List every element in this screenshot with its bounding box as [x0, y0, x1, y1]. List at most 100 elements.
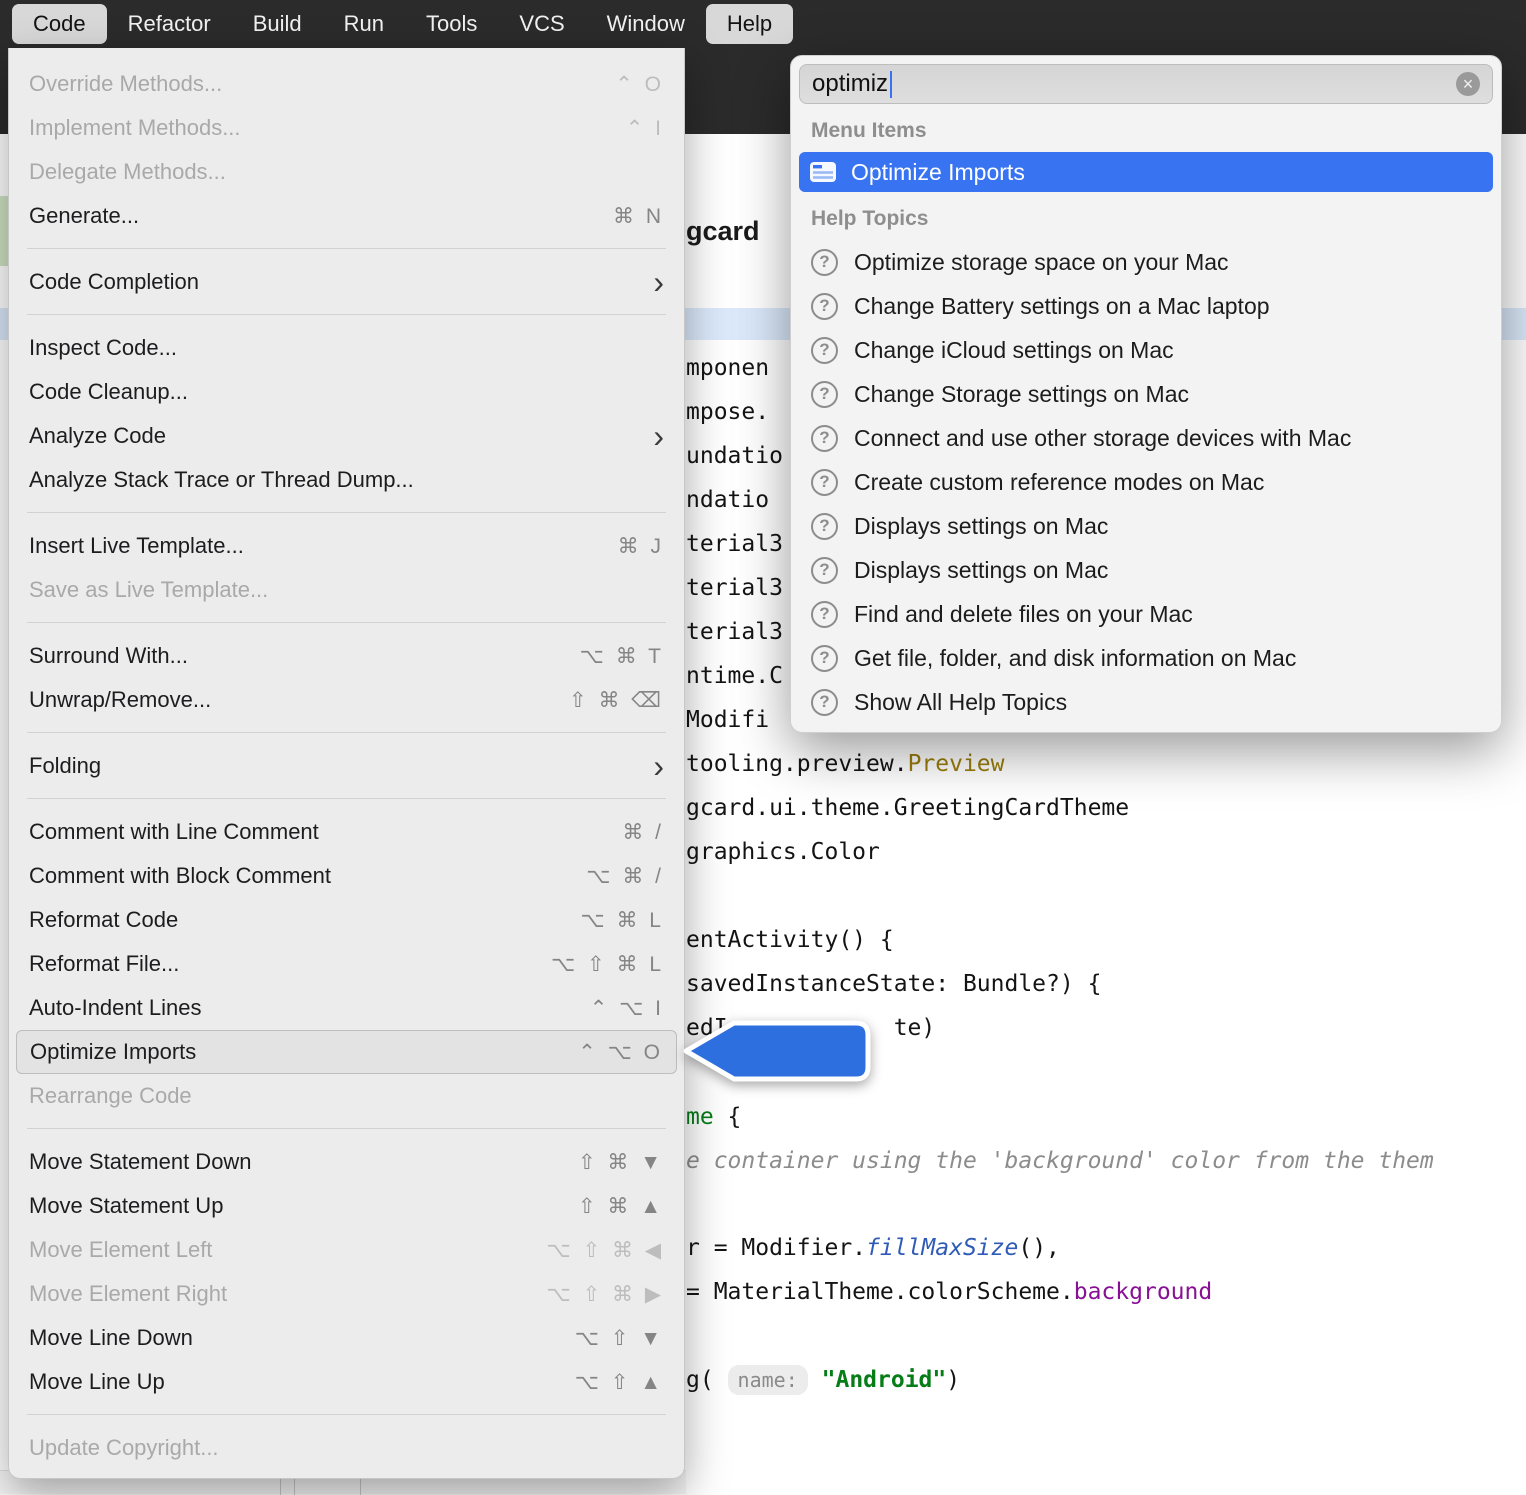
- clear-search-button[interactable]: ×: [1456, 72, 1480, 96]
- menu-items-header: Menu Items: [799, 104, 1493, 152]
- menu-item-shortcut: ⇧ ⌘ ⌫: [569, 688, 664, 713]
- code-menu-item-surround-with[interactable]: Surround With...⌥ ⌘ T: [9, 634, 684, 678]
- menu-item-shortcut: ⌃ ⌥ I: [590, 996, 664, 1021]
- submenu-chevron-icon: ›: [653, 746, 664, 786]
- menubar-item-code[interactable]: Code: [12, 4, 107, 44]
- help-topic-show-all-help-topics[interactable]: ? Show All Help Topics: [799, 680, 1493, 724]
- menubar-item-tools[interactable]: Tools: [405, 4, 498, 44]
- help-topic-label: Change iCloud settings on Mac: [854, 337, 1174, 364]
- question-mark-icon: ?: [811, 557, 838, 584]
- search-result-label: Optimize Imports: [851, 159, 1025, 186]
- help-topic-displays-settings-on-mac[interactable]: ? Displays settings on Mac: [799, 548, 1493, 592]
- code-menu-item-move-element-left: Move Element Left⌥ ⇧ ⌘ ◀: [9, 1228, 684, 1272]
- code-line: terial3: [686, 610, 783, 654]
- menu-item-label: Reformat Code: [29, 907, 580, 933]
- code-menu-item-analyze-code[interactable]: Analyze Code›: [9, 414, 684, 458]
- menu-item-label: Surround With...: [29, 643, 580, 669]
- help-topic-create-custom-reference-modes-on-mac[interactable]: ?Create custom reference modes on Mac: [799, 460, 1493, 504]
- menubar-item-window[interactable]: Window: [586, 4, 706, 44]
- menu-item-label: Analyze Stack Trace or Thread Dump...: [29, 467, 664, 493]
- menubar-item-help[interactable]: Help: [706, 4, 793, 44]
- menu-item-shortcut: ⌥ ⇧ ⌘ ◀: [547, 1238, 664, 1263]
- code-menu-item-override-methods: Override Methods...⌃ O: [9, 62, 684, 106]
- code-menu-item-folding[interactable]: Folding›: [9, 744, 684, 788]
- menu-item-label: Move Element Right: [29, 1281, 547, 1307]
- help-topic-change-storage-settings-on-mac[interactable]: ? Change Storage settings on Mac: [799, 372, 1493, 416]
- menu-item-shortcut: ⌥ ⌘ /: [586, 864, 664, 889]
- menu-item-shortcut: ⌥ ⇧ ▲: [575, 1370, 664, 1395]
- help-topic-get-file-folder-and-disk-information-on-mac[interactable]: ?Get file, folder, and disk information …: [799, 636, 1493, 680]
- code-menu-item-move-line-down[interactable]: Move Line Down⌥ ⇧ ▼: [9, 1316, 684, 1360]
- help-topic-optimize-storage-space-on-your-mac[interactable]: ?Optimize storage space on your Mac: [799, 240, 1493, 284]
- help-topic-label: Change Storage settings on Mac: [854, 381, 1189, 408]
- menu-item-label: Implement Methods...: [29, 115, 626, 141]
- menu-item-label: Delegate Methods...: [29, 159, 664, 185]
- code-menu-item-insert-live-template[interactable]: Insert Live Template...⌘ J: [9, 524, 684, 568]
- code-line: graphics.Color: [686, 830, 880, 874]
- code-menu-item-move-line-up[interactable]: Move Line Up⌥ ⇧ ▲: [9, 1360, 684, 1404]
- help-topic-connect-and-use-other-storage-devices-with-mac[interactable]: ?Connect and use other storage devices w…: [799, 416, 1493, 460]
- help-topic-label: Displays settings on Mac: [854, 513, 1108, 540]
- menu-item-label: Analyze Code: [29, 423, 653, 449]
- code-menu-item-auto-indent-lines[interactable]: Auto-Indent Lines⌃ ⌥ I: [9, 986, 684, 1030]
- code-menu-item-move-statement-up[interactable]: Move Statement Up⇧ ⌘ ▲: [9, 1184, 684, 1228]
- help-topic-label: Displays settings on Mac: [854, 557, 1108, 584]
- code-menu-item-reformat-code[interactable]: Reformat Code⌥ ⌘ L: [9, 898, 684, 942]
- code-menu-item-generate[interactable]: Generate...⌘ N: [9, 194, 684, 238]
- help-topic-label: Show All Help Topics: [854, 689, 1067, 716]
- code-menu-item-code-completion[interactable]: Code Completion›: [9, 260, 684, 304]
- menubar-item-build[interactable]: Build: [232, 4, 323, 44]
- code-menu-item-unwrap-remove[interactable]: Unwrap/Remove...⇧ ⌘ ⌫: [9, 678, 684, 722]
- code-line: mpose.: [686, 390, 769, 434]
- menu-item-label: Override Methods...: [29, 71, 615, 97]
- text-caret: [890, 71, 892, 98]
- menu-item-label: Save as Live Template...: [29, 577, 664, 603]
- menubar-item-run[interactable]: Run: [323, 4, 405, 44]
- menu-item-label: Move Statement Down: [29, 1149, 578, 1175]
- code-menu-item-code-cleanup[interactable]: Code Cleanup...: [9, 370, 684, 414]
- code-menu-item-reformat-file[interactable]: Reformat File...⌥ ⇧ ⌘ L: [9, 942, 684, 986]
- code-line: undatio: [686, 434, 783, 478]
- help-topics-header: Help Topics: [799, 192, 1493, 240]
- code-menu-item-comment-with-line-comment[interactable]: Comment with Line Comment⌘ /: [9, 810, 684, 854]
- menubar-item-vcs[interactable]: VCS: [498, 4, 585, 44]
- help-topic-change-icloud-settings-on-mac[interactable]: ?Change iCloud settings on Mac: [799, 328, 1493, 372]
- menu-item-label: Comment with Line Comment: [29, 819, 622, 845]
- help-topic-label: Find and delete files on your Mac: [854, 601, 1193, 628]
- code-menu-item-analyze-stack-trace-or-thread-dump[interactable]: Analyze Stack Trace or Thread Dump...: [9, 458, 684, 502]
- code-line: mponen: [686, 346, 769, 390]
- help-topic-find-and-delete-files-on-your-mac[interactable]: ? Find and delete files on your Mac: [799, 592, 1493, 636]
- code-menu-item-implement-methods: Implement Methods...⌃ I: [9, 106, 684, 150]
- menu-item-label: Update Copyright...: [29, 1435, 664, 1461]
- menu-item-label: Inspect Code...: [29, 335, 664, 361]
- question-mark-icon: ?: [811, 645, 838, 672]
- question-mark-icon: ?: [811, 381, 838, 408]
- help-topic-label: Change Battery settings on a Mac laptop: [854, 293, 1270, 320]
- code-menu-item-move-element-right: Move Element Right⌥ ⇧ ⌘ ▶: [9, 1272, 684, 1316]
- help-topic-change-battery-settings-on-a-mac-laptop[interactable]: ?Change Battery settings on a Mac laptop: [799, 284, 1493, 328]
- code-menu-item-move-statement-down[interactable]: Move Statement Down⇧ ⌘ ▼: [9, 1140, 684, 1184]
- menu-item-label: Reformat File...: [29, 951, 551, 977]
- help-topic-label: Connect and use other storage devices wi…: [854, 425, 1351, 452]
- help-search-field[interactable]: optimiz ×: [799, 64, 1493, 104]
- help-topic-displays-settings-on-mac[interactable]: ?Displays settings on Mac: [799, 504, 1493, 548]
- code-menu-item-comment-with-block-comment[interactable]: Comment with Block Comment⌥ ⌘ /: [9, 854, 684, 898]
- question-mark-icon: ?: [811, 469, 838, 496]
- menu-item-label: Move Element Left: [29, 1237, 547, 1263]
- menu-separator: [27, 512, 666, 513]
- search-result-optimize-imports[interactable]: Optimize Imports: [799, 152, 1493, 192]
- question-mark-icon: ?: [811, 689, 838, 716]
- code-line: e container using the 'background' color…: [686, 1139, 1434, 1183]
- menu-item-shortcut: ⌃ O: [615, 72, 664, 97]
- code-line: ndatio: [686, 478, 769, 522]
- code-line: savedInstanceState: Bundle?) {: [686, 962, 1101, 1006]
- menu-item-label: Generate...: [29, 203, 613, 229]
- menubar-item-refactor[interactable]: Refactor: [107, 4, 232, 44]
- menu-item-label: Move Statement Up: [29, 1193, 578, 1219]
- code-menu-item-optimize-imports[interactable]: Optimize Imports⌃ ⌥ O: [16, 1030, 677, 1074]
- menu-item-label: Folding: [29, 753, 653, 779]
- menu-item-label: Insert Live Template...: [29, 533, 618, 559]
- code-menu-item-inspect-code[interactable]: Inspect Code...: [9, 326, 684, 370]
- code-line: g( name: "Android"): [686, 1358, 960, 1402]
- question-mark-icon: ?: [811, 601, 838, 628]
